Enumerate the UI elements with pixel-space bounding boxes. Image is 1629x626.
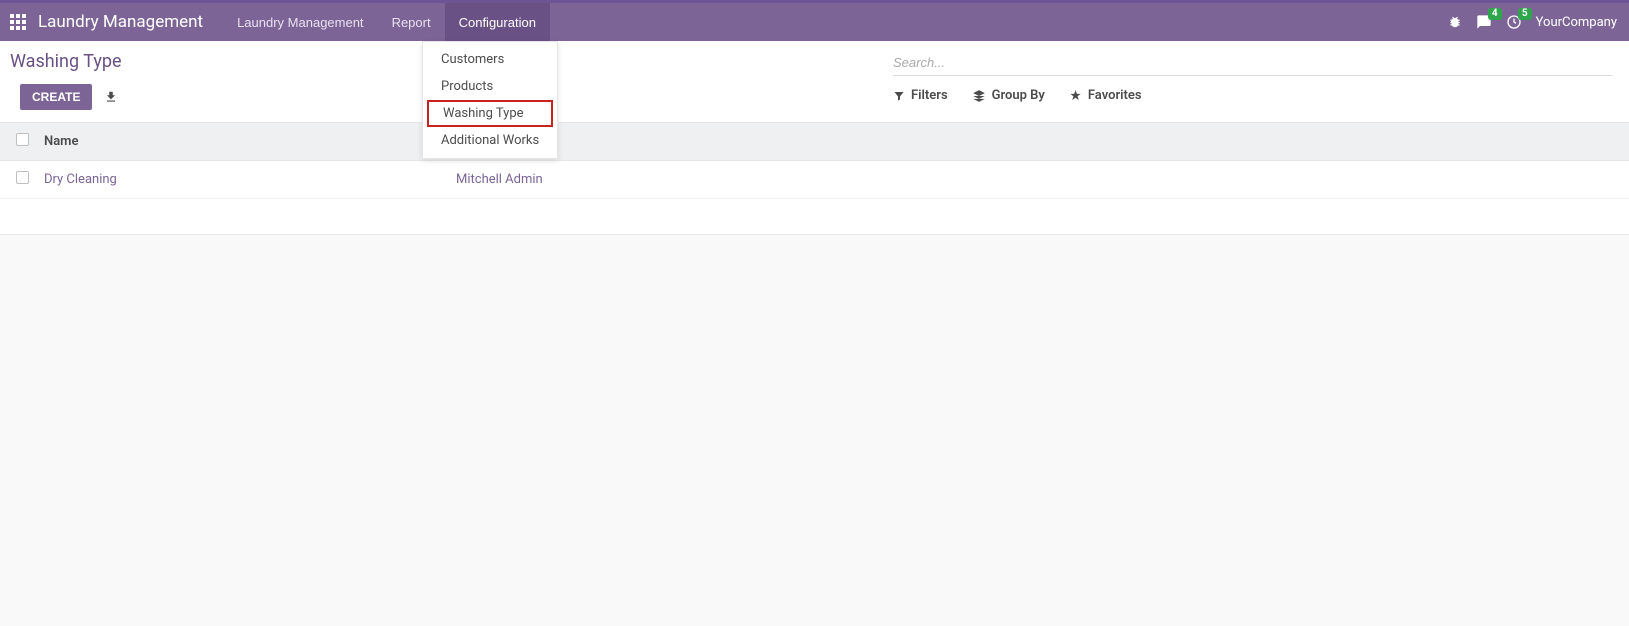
nav-item-laundry-management[interactable]: Laundry Management (223, 3, 377, 41)
activities-badge: 5 (1518, 8, 1532, 20)
search-options: Filters Group By Favorites (893, 88, 1613, 103)
control-panel-left: Washing Type CREATE (10, 51, 122, 110)
search-input[interactable] (893, 55, 1613, 70)
row-name[interactable]: Dry Cleaning (44, 172, 456, 187)
messages-badge: 4 (1488, 8, 1502, 20)
star-icon (1069, 89, 1082, 102)
control-panel-right: Filters Group By Favorites (893, 51, 1613, 110)
header-checkbox-cell (16, 133, 44, 150)
layers-icon (972, 89, 986, 103)
nav-item-report[interactable]: Report (378, 3, 445, 41)
dropdown-item-washing-type[interactable]: Washing Type (427, 100, 553, 127)
row-checkbox-cell (16, 171, 44, 188)
dropdown-item-products[interactable]: Products (423, 73, 557, 100)
filter-icon (893, 90, 905, 102)
dropdown-item-additional-works[interactable]: Additional Works (423, 127, 557, 154)
list-footer (0, 199, 1629, 235)
row-assignee[interactable]: Mitchell Admin (456, 172, 1613, 187)
dropdown-item-customers[interactable]: Customers (423, 46, 557, 73)
control-panel-buttons: CREATE (20, 84, 122, 110)
apps-grid-icon (10, 14, 26, 30)
configuration-dropdown: Customers Products Washing Type Addition… (422, 41, 558, 159)
nav-item-configuration[interactable]: Configuration (445, 3, 550, 41)
messages-icon[interactable]: 4 (1476, 14, 1492, 30)
group-by-button[interactable]: Group By (972, 88, 1045, 103)
debug-icon[interactable] (1448, 15, 1462, 29)
select-all-checkbox[interactable] (16, 133, 29, 146)
create-button[interactable]: CREATE (20, 84, 92, 110)
column-header-name[interactable]: Name (44, 134, 456, 149)
table-row[interactable]: Dry Cleaning Mitchell Admin (0, 161, 1629, 199)
export-button[interactable] (100, 86, 122, 108)
main-navbar: Laundry Management Laundry Management Re… (0, 3, 1629, 41)
activities-icon[interactable]: 5 (1506, 14, 1522, 30)
search-box (893, 51, 1613, 76)
navbar-right: 4 5 YourCompany (1448, 14, 1621, 30)
filters-button[interactable]: Filters (893, 88, 948, 103)
group-by-label: Group By (992, 88, 1045, 103)
download-icon (104, 90, 118, 104)
navbar-menu: Laundry Management Report Configuration (223, 3, 550, 41)
favorites-label: Favorites (1088, 88, 1142, 103)
list-header: Name (0, 123, 1629, 161)
apps-launcher[interactable] (8, 12, 28, 32)
company-switcher[interactable]: YourCompany (1536, 15, 1617, 30)
control-panel: Washing Type CREATE Filters Group By Fav… (0, 41, 1629, 123)
filters-label: Filters (911, 88, 948, 103)
breadcrumb: Washing Type (10, 51, 122, 72)
app-title[interactable]: Laundry Management (38, 12, 203, 32)
row-checkbox[interactable] (16, 171, 29, 184)
list-view: Name Dry Cleaning Mitchell Admin (0, 123, 1629, 235)
favorites-button[interactable]: Favorites (1069, 88, 1142, 103)
